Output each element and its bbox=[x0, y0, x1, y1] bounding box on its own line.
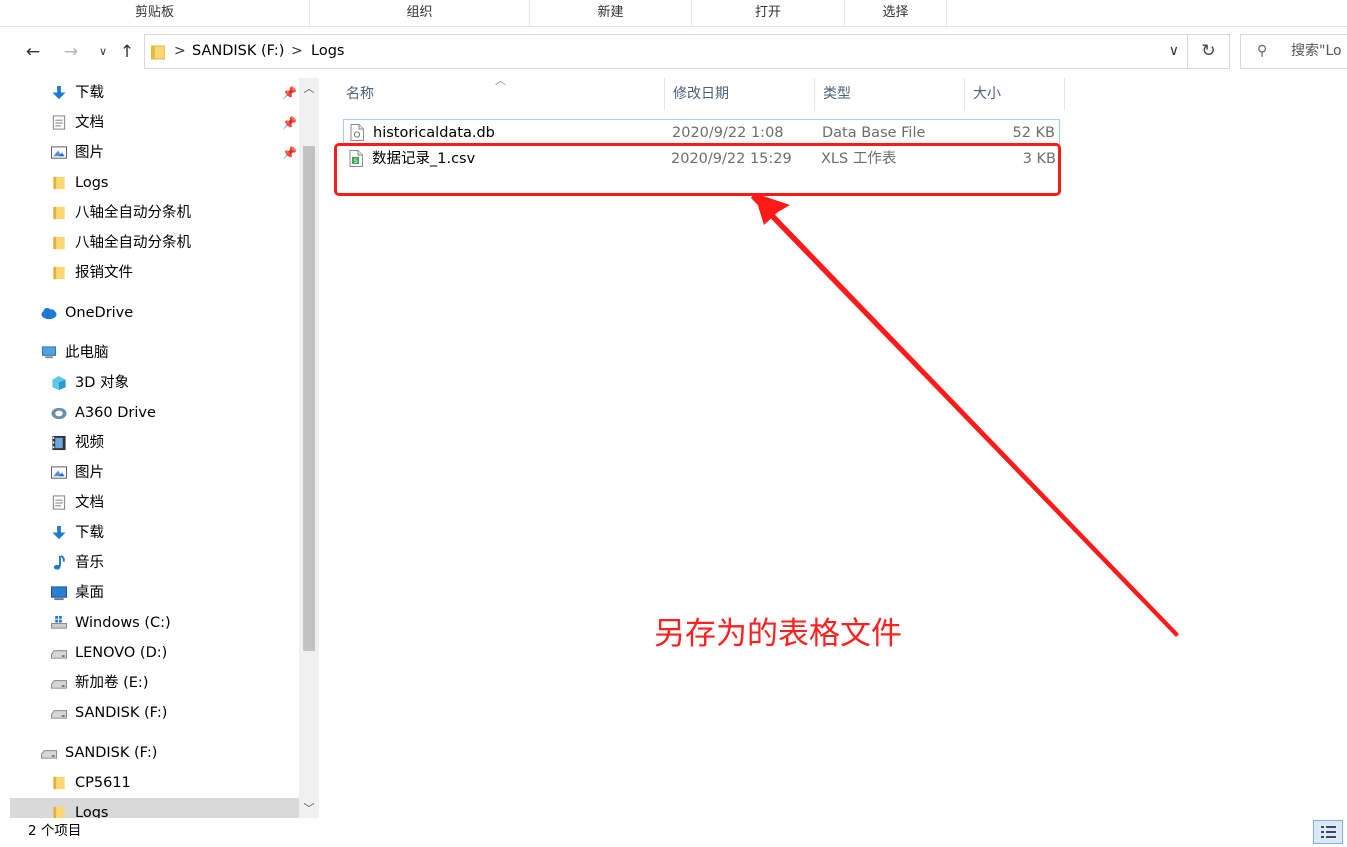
annotation-text: 另存为的表格文件 bbox=[654, 616, 902, 652]
item-count: 2 个项目 bbox=[28, 823, 82, 839]
annotation-arrow-icon bbox=[751, 193, 1179, 637]
details-view-button[interactable] bbox=[1313, 820, 1343, 844]
details-view-icon bbox=[1321, 826, 1336, 838]
status-bar: 2 个项目 bbox=[0, 818, 1347, 845]
